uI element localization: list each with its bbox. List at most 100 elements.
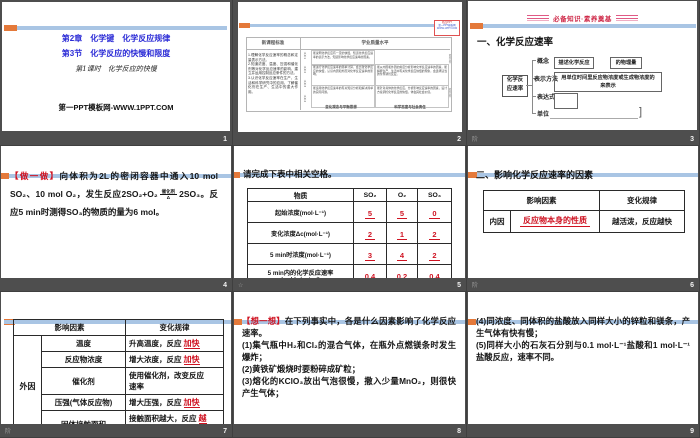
rule-cell: 使用催化剂，改变反应速率 [125,367,224,395]
answer-value: 3 [364,251,376,262]
answer-value: 0.2 [394,272,410,278]
rule-cell: 增大压强，反应 加快 [125,394,224,411]
slide-thumbnail-4[interactable]: 【做一做】向体积为2L的密闭容器中通入10 mol SO₂、10 mol O₂，… [0,146,233,292]
table-row: 变化浓度Δc(mol·L⁻¹) 2 1 2 [247,222,452,244]
rule-text: 接触面积越大，反应 [129,414,197,423]
method-text-box: 用单位时间里反应物浓度或生成物浓度的 来表示 [554,72,662,92]
row-label: 变化浓度Δc(mol·L⁻¹) [247,222,354,244]
unit-blank-line [550,118,638,119]
accent-blue-bar [483,24,696,28]
method-line: 来表示 [600,83,616,89]
rule-answer: 加快 [183,339,200,349]
rule-cell: 升高温度，反应 加快 [125,335,224,352]
connector-trunk [532,60,533,114]
page-number: 4 [223,282,227,289]
page-number: 9 [690,428,694,435]
page-number: 3 [690,136,694,143]
slide-canvas: 二、影响化学反应速率的因素 影响因素 变化规律 内因 反应物本身的性质 越活泼，… [468,146,698,278]
answer-value: 2 [429,251,440,262]
exercise-paragraph: 【做一做】向体积为2L的密闭容器中通入10 mol SO₂、10 mol O₂，… [10,167,218,221]
banner-title: 必备知识·素养奠基 [553,16,612,23]
slide-thumbnail-9[interactable]: (4)同浓度、同体积的盐酸放入同样大小的锌粒和镁条，产生气体有快有慢； (5)同… [467,292,700,438]
table-header-row: 影响因素 变化规律 [483,190,685,211]
rule-cell: 接触面积越大，反应越快 [125,410,224,424]
slide-canvas: 影响因素 变化规律 外因 温度 升高温度，反应 加快 反应物浓度 增大浓度，反应加… [1,292,231,424]
level-label: 水平3 [303,80,306,88]
axis-label-right: 科学态度与社会责任 [394,105,426,109]
row-label: 5 min时浓度(mol·L⁻¹) [247,243,354,265]
page-number: 7 [223,428,227,435]
slide-thumbnail-5[interactable]: 请完成下表中相关空格。 物质 SO₂ O₂ SO₃ 起始浓度(mol·L⁻¹) … [233,146,467,292]
slide-sorter-grid: 第2章 化学键 化学反应规律 第3节 化学反应的快慢和限度 第1课时 化学反应的… [0,0,700,438]
think-item-1: (1)集气瓶中H₂和Cl₂的混合气体，在瓶外点燃镁条时发生爆炸； [242,340,456,362]
corner-watermark: ☆ [238,283,244,289]
rule-answer: 加快 [183,398,200,408]
header-substance: 物质 [247,188,354,202]
page-number: 5 [457,282,461,289]
chapter-title: 第2章 化学键 化学反应规律 [61,34,171,43]
factor-temperature: 温度 [41,335,126,352]
rule-text: 升高温度，反应 [129,339,182,348]
think-item-5: (5)同样大小的石灰石分别与0.1 mol·L⁻¹盐酸和1 mol·L⁻¹盐酸反… [476,340,690,362]
think-item-4: (4)同浓度、同体积的盐酸放入同样大小的锌粒和镁条，产生气体有快有慢； [476,316,690,338]
table-row: 外因 温度 升高温度，反应 加快 [13,335,224,424]
rule-text: 增大压强，反应 [129,398,182,407]
header-rule: 变化规律 [599,190,685,211]
external-factor-table: 影响因素 变化规律 外因 温度 升高温度，反应 加快 反应物浓度 增大浓度，反应加… [13,319,224,424]
accent-orange-block [468,319,476,325]
slide-thumbnail-8[interactable]: 【想一想】在下列事实中，各是什么因素影响了化学反应速率。 (1)集气瓶中H₂和C… [233,292,467,438]
slide-canvas: (4)同浓度、同体积的盐酸放入同样大小的锌粒和镁条，产生气体有快有慢； (5)同… [468,292,698,424]
standard-item: 2.知道浓度、温度、压强和催化剂等对化学反应速率的影响，建立并运用控制反应条件的… [248,62,298,76]
answer-value: 0.4 [362,272,378,278]
rule-text: 使用催化剂，改变反应速率 [129,371,204,391]
expression-blank-box [554,93,578,109]
answer-value: 2 [429,230,440,241]
slide-thumbnail-7[interactable]: 影响因素 变化规律 外因 温度 升高温度，反应 加快 反应物浓度 增大浓度，反应加… [0,292,233,438]
rule-cell: 增大浓度，反应 加快 [125,351,224,368]
slide-thumbnail-6[interactable]: 二、影响化学反应速率的因素 影响因素 变化规律 内因 反应物本身的性质 越活泼，… [467,146,700,292]
slide-canvas: 精品PPT 第一PPT模板网 WWW.1PPT.COM 新课程标准 学业质量水平… [238,2,462,132]
level-label: 水平1 [303,52,306,60]
answer-value: 1 [396,230,408,241]
unit-bracket: ] [639,106,643,118]
header-so3: SO₃ [417,188,452,202]
accent-orange-block [1,173,9,179]
factor-surface-area: 固体接触面积 [41,410,126,424]
delta-label: Δ [166,195,170,201]
banner-lines-right [615,15,638,21]
row-label: 起始浓度(mol·L⁻¹) [247,201,354,223]
answer-value: 4 [396,251,408,262]
accent-blue-bar [17,26,227,30]
branch-label-unit: 单位 [537,112,550,118]
reaction-rate-table: 物质 SO₂ O₂ SO₃ 起始浓度(mol·L⁻¹) 5 5 0 变化浓度Δc… [247,188,452,278]
method-line: 用单位时间里反应物浓度或生成物浓度的 [561,75,655,81]
think-item-3: (3)熔化的KClO₃放出气泡很慢，撒入少量MnO₂，则很快产生气体； [242,376,456,398]
answer-value: 2 [364,230,376,241]
page-number: 2 [457,136,461,143]
think-item-2: (2)黄铁矿煅烧时要粉碎成矿粒； [242,364,361,374]
table-row: 内因 反应物本身的性质 越活泼，反应越快 [483,210,685,233]
header-factor: 影响因素 [483,190,600,211]
rate-label-line2: (mol·L⁻¹·min⁻¹) [248,277,353,279]
header-o2: O₂ [386,188,418,202]
accent-orange-block [4,25,17,31]
table-row: 催化剂 使用催化剂，改变反应速率 [14,367,224,395]
accent-orange-block [239,23,250,28]
table-header-row: 影响因素 变化规律 [13,319,224,336]
standard-item: 1.理解化学反应速率的概念和定量表示方法。 [248,53,298,62]
page-number: 1 [223,136,227,143]
quality-level-box: 能进行化学反应速率的简单计算，会比较化学反应的快慢，认识内因和外因对化学反应速率… [311,64,375,86]
root-line: 应速率 [506,86,524,92]
level-label: 水平4 [303,95,306,103]
answer-value: 0 [429,209,440,220]
table-row: 固体接触面积 接触面积越大，反应越快 [14,410,224,424]
slide-thumbnail-3[interactable]: 必备知识·素养奠基 一、化学反应速率 化学反 应速率 概念 表示方法 表达式 单… [467,0,700,146]
header-rule: 变化规律 [125,319,224,336]
table-row: 反应物浓度 增大浓度，反应 加快 [14,351,224,368]
slide-thumbnail-1[interactable]: 第2章 化学键 化学反应规律 第3节 化学反应的快慢和限度 第1课时 化学反应的… [0,0,233,146]
slide-canvas: 【做一做】向体积为2L的密闭容器中通入10 mol SO₂、10 mol O₂，… [1,146,231,278]
table-row: 起始浓度(mol·L⁻¹) 5 5 0 [247,201,452,223]
concept-text-box: 描述化学反应 [554,57,594,69]
side-mark: 素养水平 [448,88,451,98]
slide-thumbnail-2[interactable]: 精品PPT 第一PPT模板网 WWW.1PPT.COM 新课程标准 学业质量水平… [233,0,467,146]
